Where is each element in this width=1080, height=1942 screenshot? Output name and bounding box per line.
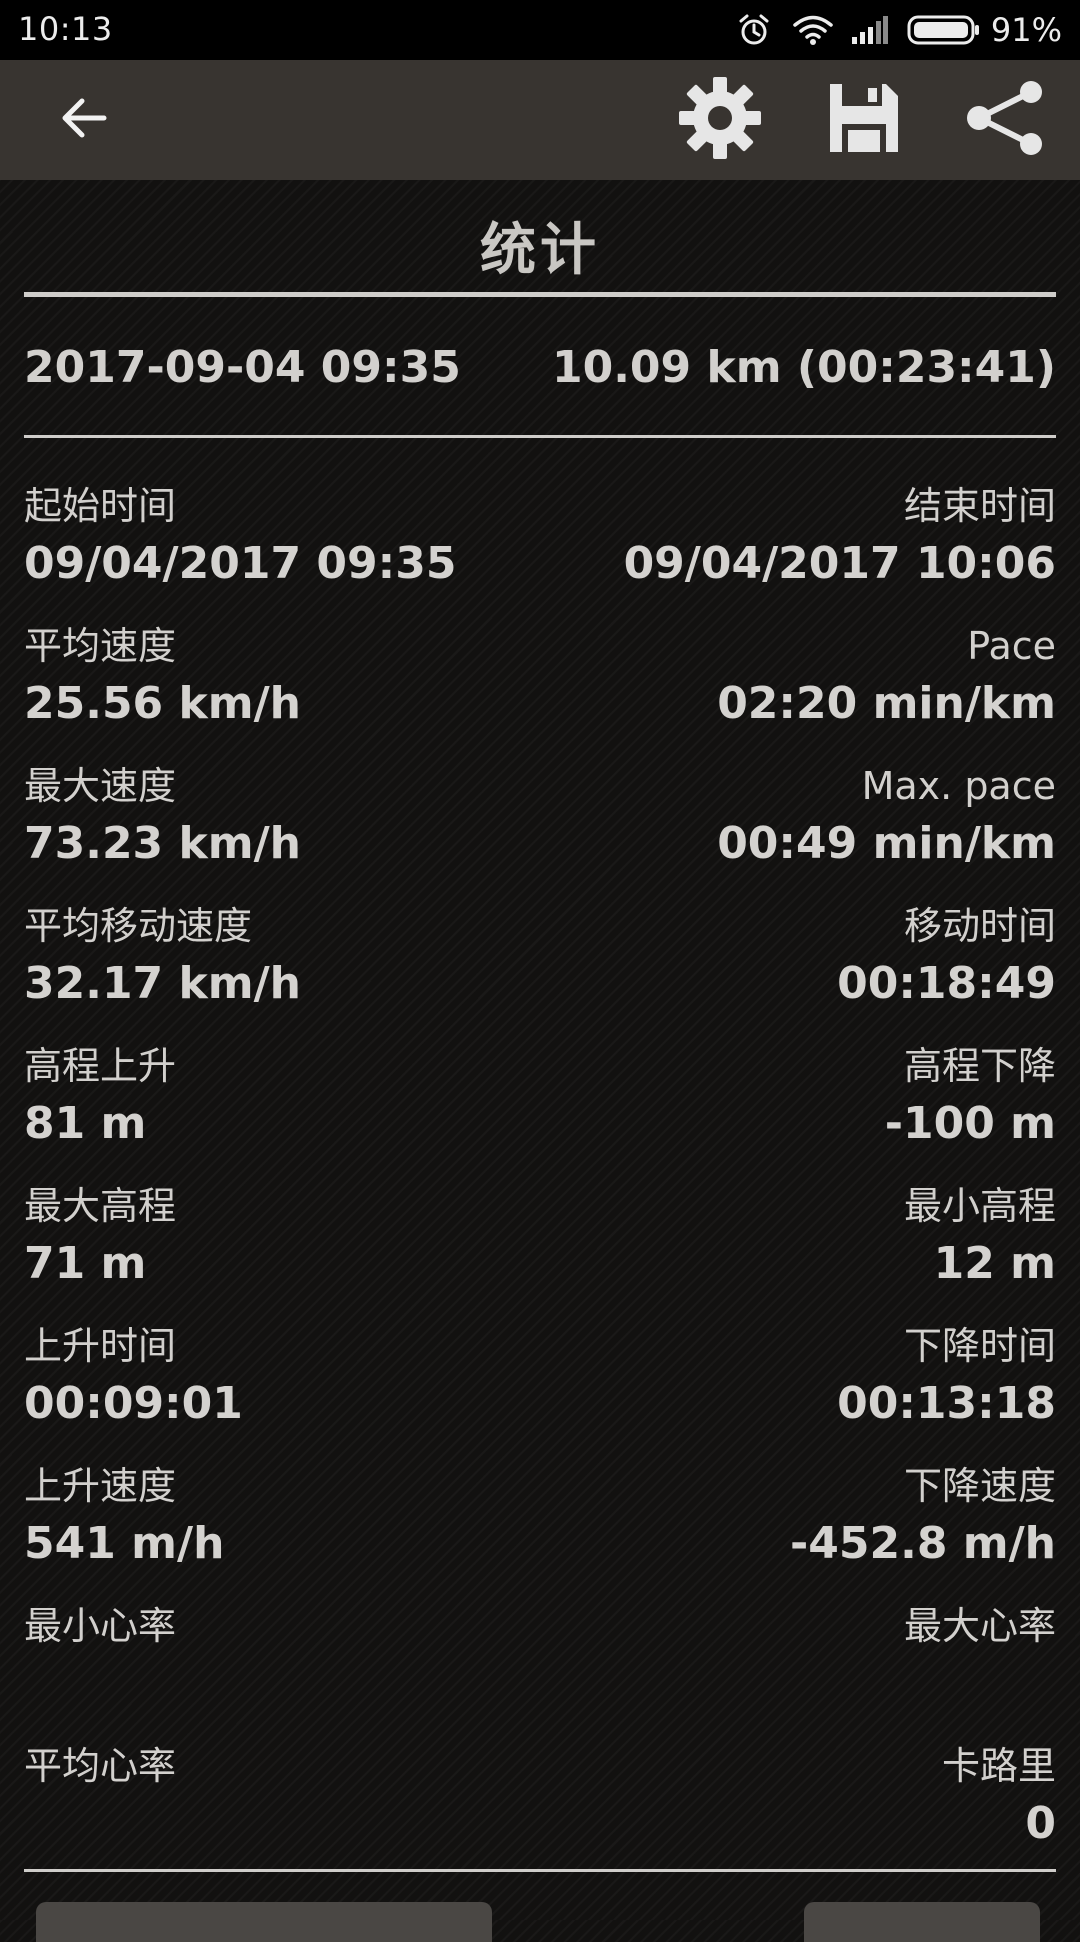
stat-value: 71 m: [24, 1238, 147, 1289]
stat-label: 平均心率: [24, 1744, 177, 1788]
status-bar: 10:13 91%: [0, 0, 1080, 60]
stat-label: 上升速度: [24, 1464, 177, 1508]
summary-row: 2017-09-04 09:35 10.09 km (00:23:41): [24, 342, 1056, 402]
stat-avg-heart-rate: 平均心率: [24, 1740, 540, 1856]
stat-label: 下降时间: [903, 1324, 1056, 1368]
stat-value: [540, 1652, 1056, 1716]
stat-pace: Pace 02:20 min/km: [540, 620, 1056, 736]
stat-label: 高程下降: [903, 1044, 1056, 1088]
stat-value: 00:09:01: [24, 1378, 243, 1429]
bottom-action-button[interactable]: [36, 1902, 492, 1942]
stat-row: 平均移动速度 32.17 km/h 移动时间 00:18:49: [24, 900, 1056, 1040]
stat-max-heart-rate: 最大心率: [540, 1600, 1056, 1716]
stat-value: 09/04/2017 10:06: [623, 538, 1056, 589]
stat-value: 73.23 km/h: [24, 818, 301, 869]
stat-descent-time: 下降时间 00:13:18: [540, 1320, 1056, 1436]
stat-row: 平均心率 卡路里 0: [24, 1740, 1056, 1880]
stat-end-time: 结束时间 09/04/2017 10:06: [540, 480, 1056, 596]
back-button[interactable]: [24, 60, 144, 180]
stat-min-elevation: 最小高程 12 m: [540, 1180, 1056, 1296]
stat-row: 平均速度 25.56 km/h Pace 02:20 min/km: [24, 620, 1056, 760]
stat-label: 最大速度: [24, 764, 177, 808]
stat-value: 12 m: [933, 1238, 1056, 1289]
stat-row: 最大高程 71 m 最小高程 12 m: [24, 1180, 1056, 1320]
save-button[interactable]: [804, 60, 924, 180]
stat-label: 结束时间: [903, 484, 1056, 528]
bottom-action-button[interactable]: [804, 1902, 1040, 1942]
stat-avg-moving-speed: 平均移动速度 32.17 km/h: [24, 900, 540, 1016]
stat-label: 卡路里: [941, 1744, 1056, 1788]
stat-elevation-loss: 高程下降 -100 m: [540, 1040, 1056, 1156]
stat-value: [24, 1792, 540, 1856]
stat-label: 上升时间: [24, 1324, 177, 1368]
stat-label: 平均移动速度: [24, 904, 253, 948]
stat-value: 0: [1025, 1798, 1056, 1849]
stat-value: 25.56 km/h: [24, 678, 301, 729]
save-icon: [826, 80, 902, 160]
stats-bottom-divider: [24, 1869, 1056, 1872]
stat-start-time: 起始时间 09/04/2017 09:35: [24, 480, 540, 596]
stat-value: 00:13:18: [837, 1378, 1056, 1429]
stat-label: 平均速度: [24, 624, 177, 668]
stat-value: [24, 1652, 540, 1716]
stat-value: 00:18:49: [837, 958, 1056, 1009]
signal-icon: [851, 15, 889, 45]
stat-label: Max. pace: [861, 764, 1056, 808]
stat-label: 最小心率: [24, 1604, 177, 1648]
stat-label: 高程上升: [24, 1044, 177, 1088]
stat-calories: 卡路里 0: [540, 1740, 1056, 1856]
stat-min-heart-rate: 最小心率: [24, 1600, 540, 1716]
stat-value: -100 m: [884, 1098, 1056, 1149]
stat-value: -452.8 m/h: [790, 1518, 1056, 1569]
battery-percent: 91%: [990, 11, 1062, 49]
stat-row: 起始时间 09/04/2017 09:35 结束时间 09/04/2017 10…: [24, 480, 1056, 620]
wifi-icon: [793, 14, 833, 46]
stat-descent-speed: 下降速度 -452.8 m/h: [540, 1460, 1056, 1576]
stat-elevation-gain: 高程上升 81 m: [24, 1040, 540, 1156]
stat-value: 02:20 min/km: [717, 678, 1056, 729]
stat-row: 上升速度 541 m/h 下降速度 -452.8 m/h: [24, 1460, 1056, 1600]
battery-icon: [907, 14, 981, 46]
stat-ascent-time: 上升时间 00:09:01: [24, 1320, 540, 1436]
stat-label: Pace: [967, 624, 1056, 668]
stat-label: 最小高程: [903, 1184, 1056, 1228]
stat-label: 最大心率: [903, 1604, 1056, 1648]
stat-row: 最大速度 73.23 km/h Max. pace 00:49 min/km: [24, 760, 1056, 900]
stat-max-pace: Max. pace 00:49 min/km: [540, 760, 1056, 876]
back-arrow-icon: [56, 90, 112, 150]
stat-row: 最小心率 最大心率: [24, 1600, 1056, 1740]
stat-label: 下降速度: [903, 1464, 1056, 1508]
settings-button[interactable]: [660, 60, 780, 180]
summary-divider: [24, 435, 1056, 438]
track-distance-duration: 10.09 km (00:23:41): [551, 342, 1056, 393]
stat-avg-speed: 平均速度 25.56 km/h: [24, 620, 540, 736]
gear-icon: [677, 75, 763, 165]
stat-value: 32.17 km/h: [24, 958, 301, 1009]
stats-grid: 起始时间 09/04/2017 09:35 结束时间 09/04/2017 10…: [24, 480, 1056, 1880]
status-time: 10:13: [18, 10, 113, 48]
track-date: 2017-09-04 09:35: [24, 342, 461, 393]
stat-moving-time: 移动时间 00:18:49: [540, 900, 1056, 1016]
stat-label: 最大高程: [24, 1184, 177, 1228]
stat-value: 00:49 min/km: [717, 818, 1056, 869]
stat-label: 移动时间: [903, 904, 1056, 948]
stat-row: 上升时间 00:09:01 下降时间 00:13:18: [24, 1320, 1056, 1460]
stat-ascent-speed: 上升速度 541 m/h: [24, 1460, 540, 1576]
stat-max-speed: 最大速度 73.23 km/h: [24, 760, 540, 876]
page-title: 统计: [480, 218, 600, 283]
share-button[interactable]: [945, 60, 1065, 180]
stat-row: 高程上升 81 m 高程下降 -100 m: [24, 1040, 1056, 1180]
stat-value: 09/04/2017 09:35: [24, 538, 457, 589]
toolbar: [0, 60, 1080, 180]
alarm-icon: [737, 13, 771, 47]
stat-value: 541 m/h: [24, 1518, 225, 1569]
stat-max-elevation: 最大高程 71 m: [24, 1180, 540, 1296]
share-icon: [963, 80, 1047, 160]
status-icons: 91%: [737, 10, 1062, 50]
title-divider: [24, 292, 1056, 297]
stat-label: 起始时间: [24, 484, 177, 528]
stat-value: 81 m: [24, 1098, 147, 1149]
